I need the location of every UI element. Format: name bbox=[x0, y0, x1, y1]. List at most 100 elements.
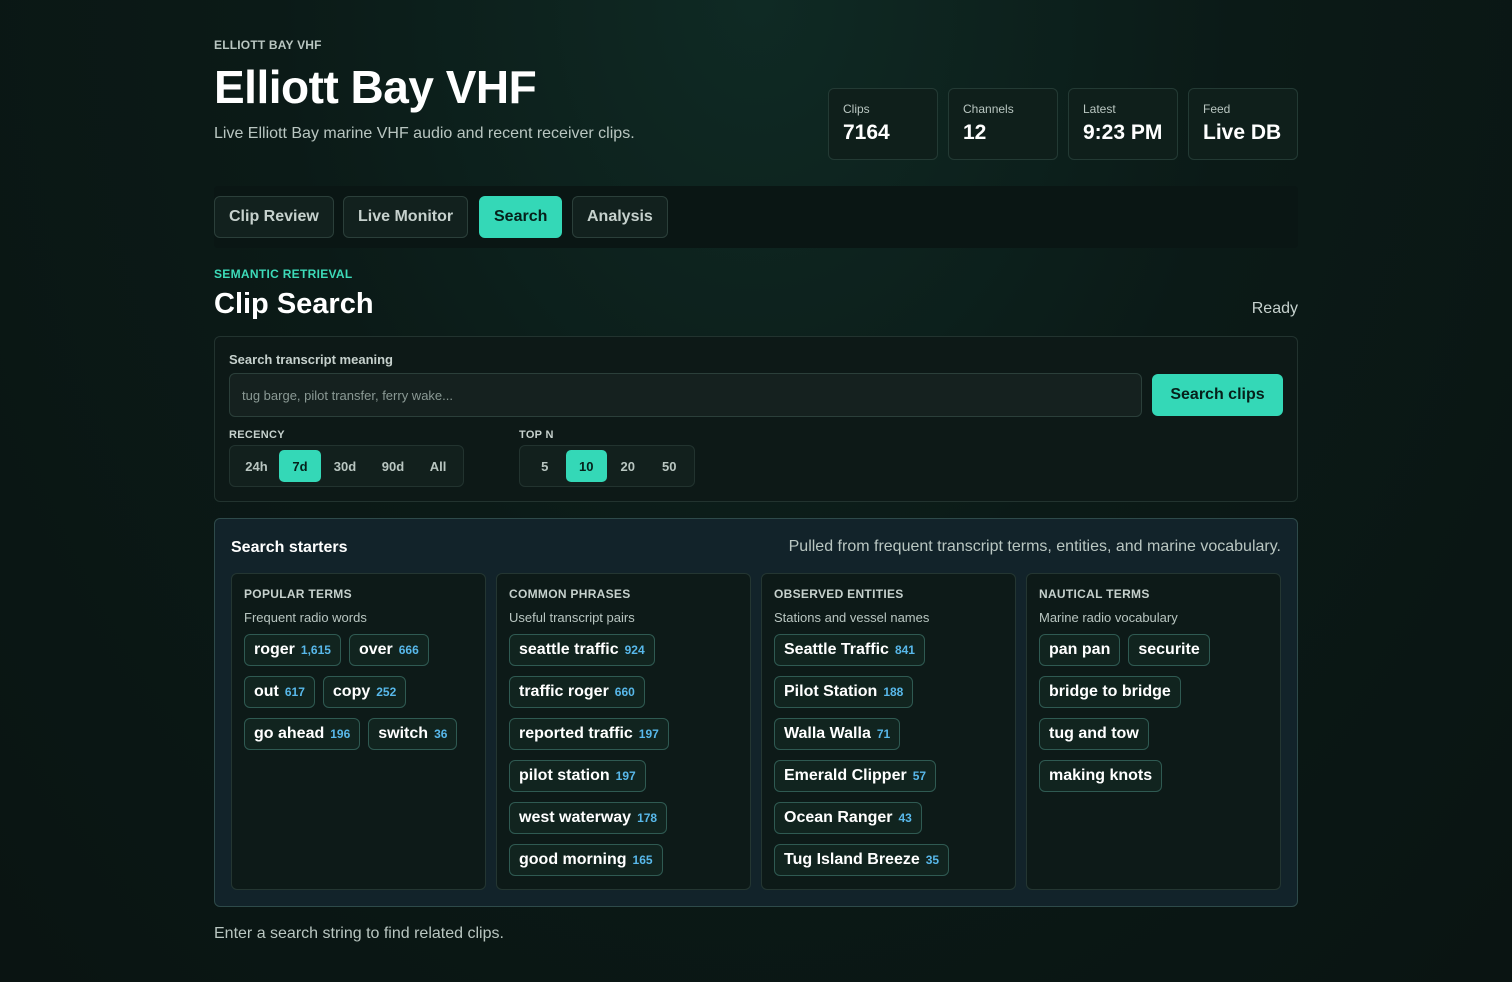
search-starter-chip[interactable]: securite bbox=[1128, 634, 1210, 666]
column-title: OBSERVED ENTITIES bbox=[774, 587, 904, 601]
chip-count: 197 bbox=[638, 727, 659, 741]
starter-column-common-phrases: COMMON PHRASES Useful transcript pairs s… bbox=[496, 573, 751, 890]
chip-label: west waterway bbox=[519, 809, 632, 826]
column-subtitle: Frequent radio words bbox=[244, 610, 367, 625]
tab-search[interactable]: Search bbox=[479, 196, 563, 238]
search-starter-chip[interactable]: over 666 bbox=[348, 634, 429, 666]
search-starter-chip[interactable]: pilot station 197 bbox=[509, 760, 646, 792]
recency-label: RECENCY bbox=[229, 429, 285, 441]
starters-title: Search starters bbox=[231, 539, 348, 556]
search-starter-chip[interactable]: reported traffic 197 bbox=[509, 718, 669, 750]
search-starter-chip[interactable]: out 617 bbox=[244, 676, 315, 708]
stat-value: 9:23 PM bbox=[1083, 121, 1163, 144]
search-starter-chip[interactable]: copy 252 bbox=[322, 676, 407, 708]
topn-option-5[interactable]: 5 bbox=[524, 450, 566, 482]
chip-count: 197 bbox=[615, 769, 636, 783]
chip-label: go ahead bbox=[254, 725, 325, 742]
chip-label: making knots bbox=[1049, 767, 1153, 784]
search-starter-chip[interactable]: making knots bbox=[1039, 760, 1163, 792]
chip-label: Ocean Ranger bbox=[784, 809, 893, 826]
status-text: Ready bbox=[1251, 300, 1298, 317]
starters-note: Pulled from frequent transcript terms, e… bbox=[788, 538, 1281, 555]
chip-count: 35 bbox=[925, 853, 940, 867]
stat-label: Channels bbox=[963, 102, 1014, 116]
chip-label: pan pan bbox=[1049, 641, 1111, 658]
search-starter-chip[interactable]: switch 36 bbox=[368, 718, 458, 750]
stat-card-clips: Clips 7164 bbox=[828, 88, 938, 160]
column-subtitle: Stations and vessel names bbox=[774, 610, 930, 625]
column-title: NAUTICAL TERMS bbox=[1039, 587, 1150, 601]
search-starter-chip[interactable]: bridge to bridge bbox=[1039, 676, 1181, 708]
chip-label: securite bbox=[1138, 641, 1200, 658]
recency-option-all[interactable]: All bbox=[417, 450, 459, 482]
search-starter-chip[interactable]: pan pan bbox=[1039, 634, 1121, 666]
chip-label: reported traffic bbox=[519, 725, 633, 742]
chip-label: Seattle Traffic bbox=[784, 641, 889, 658]
chip-label: Pilot Station bbox=[784, 683, 878, 700]
chip-count: 252 bbox=[376, 685, 397, 699]
chip-label: switch bbox=[378, 725, 429, 742]
chip-label: bridge to bridge bbox=[1049, 683, 1171, 700]
stats-row: Clips 7164 Channels 12 Latest 9:23 PM Fe… bbox=[828, 88, 1298, 160]
topn-option-50[interactable]: 50 bbox=[649, 450, 691, 482]
tab-clip-review[interactable]: Clip Review bbox=[214, 196, 334, 238]
search-starter-chip[interactable]: Walla Walla 71 bbox=[774, 718, 901, 750]
chip-count: 165 bbox=[632, 853, 653, 867]
recency-segmented-control: 24h 7d 30d 90d All bbox=[229, 445, 464, 487]
search-starter-chip[interactable]: seattle traffic 924 bbox=[509, 634, 655, 666]
recency-option-7d[interactable]: 7d bbox=[279, 450, 321, 482]
stat-label: Clips bbox=[843, 102, 870, 116]
app-subtitle: Live Elliott Bay marine VHF audio and re… bbox=[214, 125, 635, 142]
search-clips-button[interactable]: Search clips bbox=[1152, 374, 1283, 416]
topn-option-10[interactable]: 10 bbox=[565, 450, 607, 482]
topn-option-20[interactable]: 20 bbox=[607, 450, 649, 482]
stat-label: Feed bbox=[1203, 102, 1231, 116]
chip-label: Tug Island Breeze bbox=[784, 851, 920, 868]
chip-label: over bbox=[358, 641, 393, 658]
search-panel: Search transcript meaning Search clips R… bbox=[214, 336, 1298, 502]
search-starter-chip[interactable]: roger 1,615 bbox=[244, 634, 341, 666]
chip-list: seattle traffic 924 traffic roger 660 report… bbox=[509, 634, 742, 876]
search-starter-chip[interactable]: good morning 165 bbox=[509, 844, 663, 876]
search-starter-chip[interactable]: Seattle Traffic 841 bbox=[774, 634, 925, 666]
search-starter-chip[interactable]: west waterway 178 bbox=[509, 802, 668, 834]
stat-label: Latest bbox=[1083, 102, 1116, 116]
chip-count: 71 bbox=[876, 727, 891, 741]
chip-label: roger bbox=[254, 641, 295, 658]
search-starter-chip[interactable]: Pilot Station 188 bbox=[774, 676, 914, 708]
recency-option-90d[interactable]: 90d bbox=[369, 450, 417, 482]
tab-analysis[interactable]: Analysis bbox=[572, 196, 668, 238]
chip-count: 188 bbox=[883, 685, 904, 699]
chip-count: 666 bbox=[398, 643, 419, 657]
chip-count: 660 bbox=[614, 685, 635, 699]
chip-count: 43 bbox=[898, 811, 912, 825]
recency-option-30d[interactable]: 30d bbox=[321, 450, 369, 482]
topn-segmented-control: 5 10 20 50 bbox=[519, 445, 695, 487]
section-eyebrow: SEMANTIC RETRIEVAL bbox=[214, 267, 353, 281]
chip-count: 57 bbox=[912, 769, 927, 783]
search-starter-chip[interactable]: go ahead 196 bbox=[244, 718, 361, 750]
search-field-label: Search transcript meaning bbox=[229, 352, 393, 367]
search-starter-chip[interactable]: Tug Island Breeze 35 bbox=[774, 844, 950, 876]
stat-card-feed: Feed Live DB bbox=[1188, 88, 1298, 160]
starter-column-observed-entities: OBSERVED ENTITIES Stations and vessel na… bbox=[761, 573, 1016, 890]
chip-list: roger 1,615 over 666 out 617 copy 252 go ahead 19… bbox=[244, 634, 477, 750]
chip-label: Emerald Clipper bbox=[784, 767, 907, 784]
empty-state-hint: Enter a search string to find related cl… bbox=[214, 925, 504, 942]
search-input[interactable] bbox=[229, 373, 1142, 417]
chip-label: good morning bbox=[519, 851, 627, 868]
starter-column-nautical-terms: NAUTICAL TERMS Marine radio vocabulary p… bbox=[1026, 573, 1281, 890]
search-starter-chip[interactable]: Emerald Clipper 57 bbox=[774, 760, 937, 792]
tab-live-monitor[interactable]: Live Monitor bbox=[343, 196, 469, 238]
recency-option-24h[interactable]: 24h bbox=[234, 450, 279, 482]
chip-count: 617 bbox=[284, 685, 305, 699]
search-starter-chip[interactable]: Ocean Ranger 43 bbox=[774, 802, 922, 834]
column-subtitle: Marine radio vocabulary bbox=[1039, 610, 1178, 625]
search-starters-panel: Search starters Pulled from frequent tra… bbox=[214, 518, 1298, 907]
search-starter-chip[interactable]: traffic roger 660 bbox=[509, 676, 645, 708]
stat-value: Live DB bbox=[1203, 121, 1282, 144]
chip-count: 196 bbox=[330, 727, 351, 741]
tab-bar: Clip Review Live Monitor Search Analysis bbox=[214, 186, 1298, 248]
search-starter-chip[interactable]: tug and tow bbox=[1039, 718, 1149, 750]
stat-value: 12 bbox=[963, 121, 987, 144]
